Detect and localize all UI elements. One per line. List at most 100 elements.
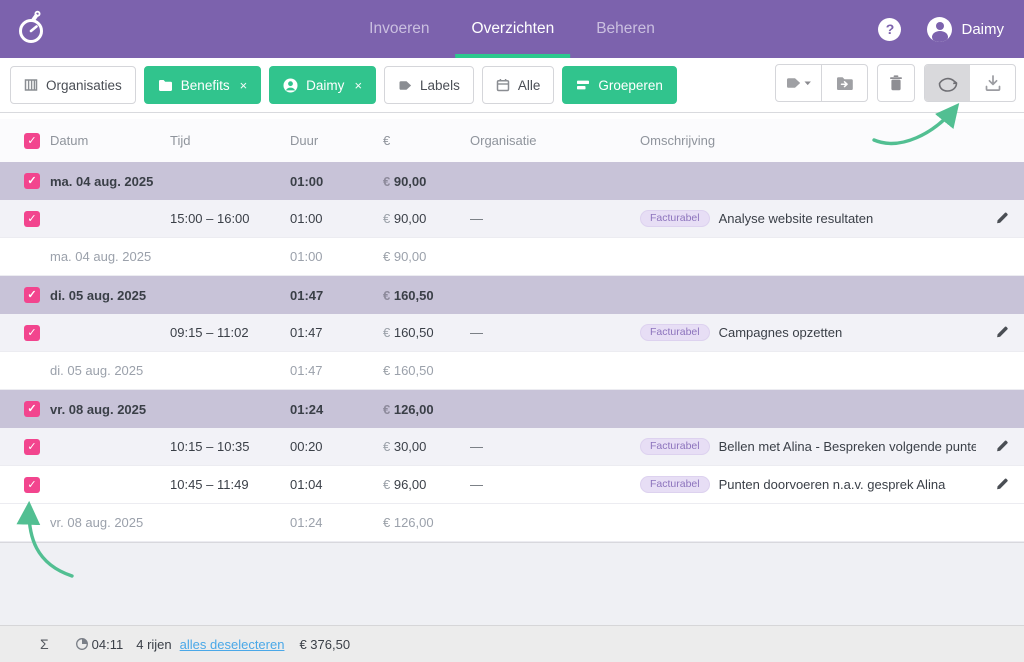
cell-tijd: 15:00 – 16:00 xyxy=(170,211,290,226)
table-row-group[interactable]: ✓ di. 05 aug. 2025 01:47€ 160,50 xyxy=(0,276,1024,314)
clock-icon xyxy=(75,637,89,651)
main-nav: Invoeren Overzichten Beheren xyxy=(353,0,671,58)
description-text: Punten doorvoeren n.a.v. gesprek Alina xyxy=(719,477,946,492)
row-checkbox[interactable]: ✓ xyxy=(24,287,40,303)
column-header-datum[interactable]: Datum xyxy=(50,133,170,148)
cell-duur: 01:00 xyxy=(290,174,383,189)
nav-tab-invoeren[interactable]: Invoeren xyxy=(353,0,445,58)
cell-organisatie: — xyxy=(470,477,640,492)
help-icon[interactable]: ? xyxy=(878,18,901,41)
select-all-checkbox[interactable]: ✓ xyxy=(24,133,40,149)
organisaties-filter-label: Organisaties xyxy=(46,78,122,93)
user-menu[interactable]: Daimy xyxy=(927,17,1004,42)
cell-duur: 01:00 xyxy=(290,211,383,226)
column-header-omschrijving[interactable]: Omschrijving xyxy=(640,133,976,148)
row-checkbox[interactable]: ✓ xyxy=(24,173,40,189)
groeperen-button[interactable]: Groeperen xyxy=(562,66,677,104)
cell-euro: € 90,00 xyxy=(383,249,470,264)
cell-organisatie: — xyxy=(470,211,640,226)
cell-tijd: 10:15 – 10:35 xyxy=(170,439,290,454)
cell-omschrijving: FacturabelAnalyse website resultaten xyxy=(640,210,976,228)
cell-datum: vr. 08 aug. 2025 xyxy=(50,402,170,417)
cell-tijd: 10:45 – 11:49 xyxy=(170,477,290,492)
total-time: 04:11 xyxy=(92,637,124,652)
total-amount: € 376,50 xyxy=(299,637,350,652)
benefits-filter-chip[interactable]: Benefits × xyxy=(144,66,261,104)
building-icon xyxy=(24,78,38,92)
table-row-subtotal[interactable]: di. 05 aug. 202501:47€ 160,50 xyxy=(0,352,1024,390)
cell-euro: € 90,00 xyxy=(383,211,470,226)
cell-datum: di. 05 aug. 2025 xyxy=(50,363,170,378)
cell-duur: 01:47 xyxy=(290,288,383,303)
row-checkbox[interactable]: ✓ xyxy=(24,401,40,417)
column-header-organisatie[interactable]: Organisatie xyxy=(470,133,640,148)
labels-filter-button[interactable]: Labels xyxy=(384,66,474,104)
facturabel-badge: Facturabel xyxy=(640,324,710,342)
table-row-detail[interactable]: ✓09:15 – 11:0201:47€ 160,50—FacturabelCa… xyxy=(0,314,1024,352)
description-text: Analyse website resultaten xyxy=(719,211,874,226)
time-entries-table: ✓ Datum Tijd Duur € Organisatie Omschrij… xyxy=(0,119,1024,542)
label-move-group xyxy=(775,64,868,102)
edit-pencil-icon[interactable] xyxy=(995,210,1010,228)
top-navigation-bar: Invoeren Overzichten Beheren ? Daimy xyxy=(0,0,1024,58)
organisaties-filter-button[interactable]: Organisaties xyxy=(10,66,136,104)
column-header-duur[interactable]: Duur xyxy=(290,133,383,148)
cell-datum: di. 05 aug. 2025 xyxy=(50,288,170,303)
table-row-group[interactable]: ✓vr. 08 aug. 202501:24€ 126,00 xyxy=(0,390,1024,428)
app-window: Invoeren Overzichten Beheren ? Daimy Org… xyxy=(0,0,1024,662)
edit-pencil-icon[interactable] xyxy=(995,438,1010,456)
table-row-detail[interactable]: ✓10:45 – 11:4901:04€ 96,00—FacturabelPun… xyxy=(0,466,1024,504)
table-empty-area xyxy=(0,542,1024,625)
table-row-group[interactable]: ✓ma. 04 aug. 202501:00€ 90,00 xyxy=(0,162,1024,200)
row-checkbox[interactable]: ✓ xyxy=(24,211,40,227)
cell-datum: ma. 04 aug. 2025 xyxy=(50,249,170,264)
groeperen-label: Groeperen xyxy=(598,78,663,93)
calendar-icon xyxy=(496,78,510,92)
move-to-folder-button[interactable] xyxy=(822,65,867,101)
labels-filter-label: Labels xyxy=(420,78,460,93)
cell-euro: € 96,00 xyxy=(383,477,470,492)
cell-duur: 01:47 xyxy=(290,325,383,340)
group-bars-icon xyxy=(576,79,590,91)
edit-pencil-icon[interactable] xyxy=(995,476,1010,494)
report-export-group xyxy=(924,64,1016,102)
cell-euro: € 160,50 xyxy=(383,325,470,340)
table-body: ✓ma. 04 aug. 202501:00€ 90,00✓15:00 – 16… xyxy=(0,162,1024,542)
column-header-tijd[interactable]: Tijd xyxy=(170,133,290,148)
cell-duur: 01:24 xyxy=(290,515,383,530)
benefits-filter-label: Benefits xyxy=(181,78,230,93)
table-header-row: ✓ Datum Tijd Duur € Organisatie Omschrij… xyxy=(0,119,1024,162)
table-row-detail[interactable]: ✓ 15:00 – 16:0001:00€ 90,00—FacturabelAna… xyxy=(0,200,1024,238)
alle-period-filter-button[interactable]: Alle xyxy=(482,66,555,104)
stopwatch-logo-icon[interactable] xyxy=(14,10,50,48)
edit-pencil-icon[interactable] xyxy=(995,324,1010,342)
benefits-remove-icon[interactable]: × xyxy=(240,78,248,93)
delete-button[interactable] xyxy=(877,64,915,102)
user-avatar-icon xyxy=(927,17,952,42)
deselect-all-link[interactable]: alles deselecteren xyxy=(180,637,285,652)
cell-euro: € 160,50 xyxy=(383,288,470,303)
description-text: Bellen met Alina - Bespreken volgende pu… xyxy=(719,439,976,454)
facturabel-badge: Facturabel xyxy=(640,438,710,456)
daimy-remove-icon[interactable]: × xyxy=(354,78,362,93)
cell-euro: € 90,00 xyxy=(383,174,470,189)
report-view-icon[interactable] xyxy=(925,65,970,101)
alle-filter-label: Alle xyxy=(518,78,541,93)
cell-euro: € 30,00 xyxy=(383,439,470,454)
nav-tab-overzichten[interactable]: Overzichten xyxy=(456,0,571,58)
row-checkbox[interactable]: ✓ xyxy=(24,477,40,493)
download-export-icon[interactable] xyxy=(970,65,1015,101)
cell-tijd: 09:15 – 11:02 xyxy=(170,325,290,340)
row-checkbox[interactable]: ✓ xyxy=(24,325,40,341)
selected-row-count: 4 rijen xyxy=(136,637,171,652)
column-header-euro[interactable]: € xyxy=(383,133,470,148)
daimy-filter-chip[interactable]: Daimy × xyxy=(269,66,376,104)
row-checkbox[interactable]: ✓ xyxy=(24,439,40,455)
summary-footer: Σ 04:11 4 rijen alles deselecteren € 376… xyxy=(0,625,1024,662)
table-row-detail[interactable]: ✓10:15 – 10:3500:20€ 30,00—FacturabelBel… xyxy=(0,428,1024,466)
table-row-subtotal[interactable]: ma. 04 aug. 202501:00€ 90,00 xyxy=(0,238,1024,276)
nav-tab-beheren[interactable]: Beheren xyxy=(580,0,671,58)
folder-icon xyxy=(158,79,173,92)
table-row-subtotal[interactable]: vr. 08 aug. 202501:24€ 126,00 xyxy=(0,504,1024,542)
assign-label-dropdown-button[interactable] xyxy=(776,65,821,101)
